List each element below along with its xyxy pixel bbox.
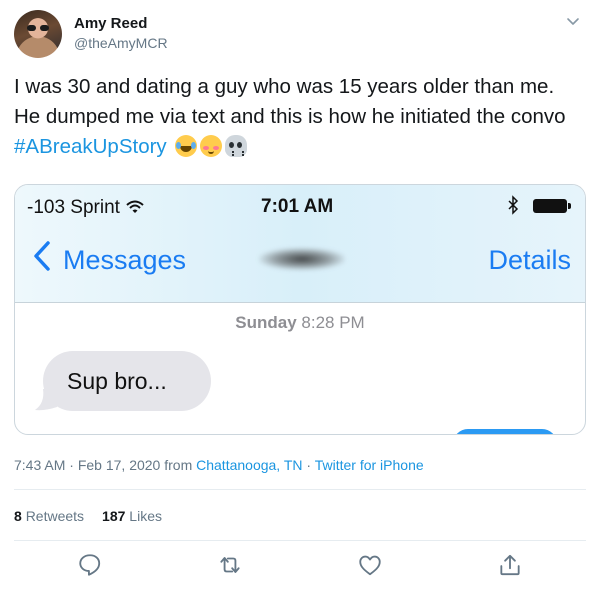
location-link[interactable]: Chattanooga, TN bbox=[196, 457, 302, 473]
face-with-tears-of-joy-icon bbox=[175, 135, 198, 157]
status-bar-left: -103 Sprint bbox=[27, 197, 144, 219]
carrier-signal: -103 Sprint bbox=[27, 197, 120, 218]
wifi-icon bbox=[126, 200, 144, 213]
message-text: Sup bro... bbox=[67, 368, 167, 394]
engagement-stats: 8 Retweets 187 Likes bbox=[14, 508, 162, 524]
author-handle[interactable]: @theAmyMCR bbox=[74, 35, 168, 51]
likes-label[interactable]: Likes bbox=[129, 508, 162, 524]
share-icon[interactable] bbox=[497, 552, 523, 578]
chevron-left-icon bbox=[34, 241, 50, 271]
smiling-face-icon bbox=[200, 135, 223, 157]
tweet-text: I was 30 and dating a guy who was 15 yea… bbox=[14, 72, 584, 162]
divider bbox=[14, 489, 586, 490]
hashtag-link[interactable]: #ABreakUpStory bbox=[14, 135, 167, 158]
battery-icon bbox=[533, 199, 571, 213]
retweet-icon[interactable] bbox=[217, 552, 243, 578]
tweet-date[interactable]: Feb 17, 2020 bbox=[78, 457, 161, 473]
back-to-messages: Messages bbox=[63, 245, 187, 275]
details-link: Details bbox=[488, 245, 571, 275]
divider bbox=[14, 540, 586, 541]
conversation-timestamp: Sunday 8:28 PM bbox=[15, 313, 585, 333]
meta-separator: · bbox=[302, 457, 315, 473]
source-link[interactable]: Twitter for iPhone bbox=[315, 457, 424, 473]
tweet-time[interactable]: 7:43 AM bbox=[14, 457, 65, 473]
avatar[interactable] bbox=[14, 10, 62, 58]
like-icon[interactable] bbox=[357, 552, 383, 578]
author-name[interactable]: Amy Reed bbox=[74, 15, 147, 32]
reply-icon[interactable] bbox=[77, 552, 103, 578]
tweet-body: I was 30 and dating a guy who was 15 yea… bbox=[14, 75, 566, 128]
chevron-down-icon[interactable] bbox=[566, 14, 580, 28]
from-label: from bbox=[160, 457, 197, 473]
bluetooth-icon bbox=[508, 195, 519, 215]
retweets-label[interactable]: Retweets bbox=[26, 508, 84, 524]
likes-count[interactable]: 187 bbox=[102, 508, 125, 524]
retweets-count[interactable]: 8 bbox=[14, 508, 22, 524]
skull-icon bbox=[225, 135, 248, 157]
conversation-day: Sunday bbox=[235, 313, 297, 332]
outgoing-message-bubble bbox=[453, 429, 557, 434]
tweet-meta: 7:43 AM · Feb 17, 2020 from Chattanooga,… bbox=[14, 457, 424, 473]
meta-separator: · bbox=[65, 457, 78, 473]
status-bar-time: 7:01 AM bbox=[261, 196, 334, 217]
conversation-time: 8:28 PM bbox=[301, 313, 365, 332]
blurred-contact-name bbox=[259, 248, 345, 270]
phone-nav-header: -103 Sprint 7:01 AM Messages Details bbox=[15, 185, 585, 303]
sunglasses-shape bbox=[27, 25, 49, 31]
attached-screenshot[interactable]: -103 Sprint 7:01 AM Messages Details Sun… bbox=[14, 184, 586, 435]
